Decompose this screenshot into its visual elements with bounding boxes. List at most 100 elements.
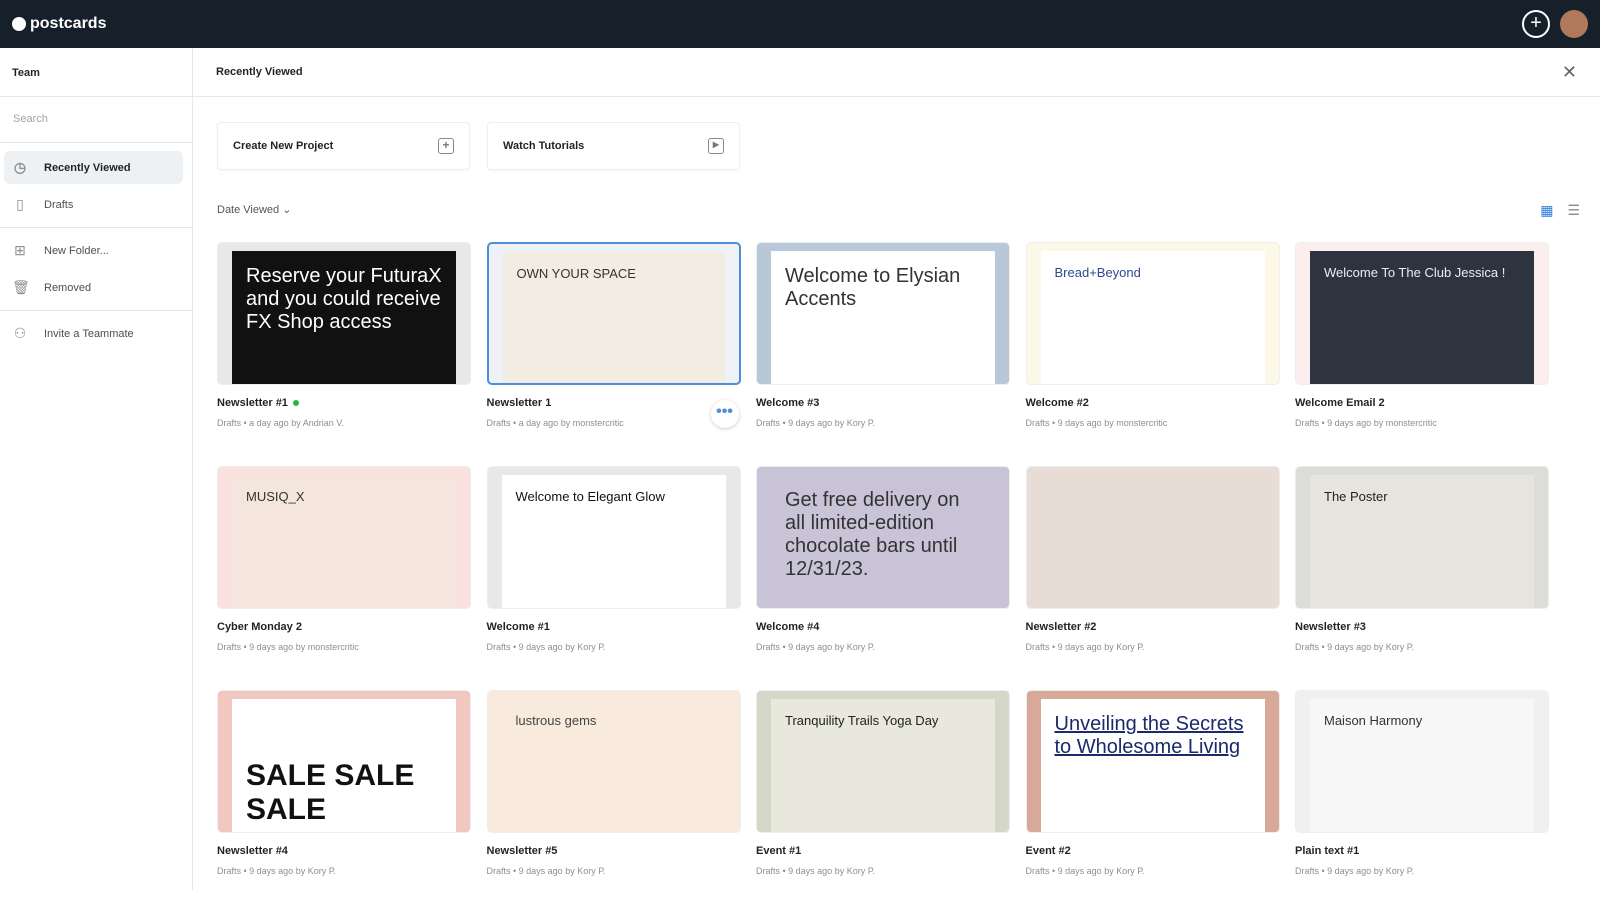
label: Watch Tutorials bbox=[503, 140, 584, 152]
project-card[interactable]: Maison Harmony Plain text #1 Drafts • 9 … bbox=[1295, 690, 1549, 914]
avatar[interactable] bbox=[1560, 10, 1588, 38]
thumbnail-text: Reserve your FuturaX and you could recei… bbox=[232, 251, 456, 384]
main: Recently Viewed✕ Create New Project+ Wat… bbox=[193, 48, 1600, 890]
project-card[interactable]: MUSIQ_X Cyber Monday 2 Drafts • 9 days a… bbox=[217, 466, 471, 690]
card-title[interactable]: Newsletter #5 bbox=[487, 845, 558, 857]
thumbnail[interactable]: Reserve your FuturaX and you could recei… bbox=[217, 242, 471, 385]
thumbnail[interactable] bbox=[1026, 466, 1280, 609]
thumbnail-text: Bread+Beyond bbox=[1041, 251, 1265, 384]
sidebar-item-recently-viewed[interactable]: ◷ Recently Viewed bbox=[4, 151, 183, 184]
online-dot bbox=[293, 400, 299, 406]
thumbnail-text: Get free delivery on all limited-edition… bbox=[771, 475, 995, 608]
list-view-icon[interactable]: ☰ bbox=[1567, 202, 1580, 219]
thumbnail[interactable]: Unveiling the Secrets to Wholesome Livin… bbox=[1026, 690, 1280, 833]
watch-tutorials-button[interactable]: Watch Tutorials▶ bbox=[487, 122, 740, 170]
project-card[interactable]: Unveiling the Secrets to Wholesome Livin… bbox=[1026, 690, 1280, 914]
thumbnail[interactable]: SALE SALE SALE bbox=[217, 690, 471, 833]
project-card[interactable]: Bread+Beyond Welcome #2 Drafts • 9 days … bbox=[1026, 242, 1280, 466]
thumbnail[interactable]: Welcome to Elegant Glow bbox=[487, 466, 741, 609]
thumbnail[interactable]: Get free delivery on all limited-edition… bbox=[756, 466, 1010, 609]
thumbnail[interactable]: Welcome to Elysian Accents bbox=[756, 242, 1010, 385]
top-bar: postcards + bbox=[0, 0, 1600, 48]
card-meta: Drafts • 9 days ago by Kory P. bbox=[1026, 642, 1280, 652]
card-title[interactable]: Cyber Monday 2 bbox=[217, 621, 302, 633]
thumbnail[interactable]: Welcome To The Club Jessica ! bbox=[1295, 242, 1549, 385]
logo[interactable]: postcards bbox=[12, 15, 106, 33]
search-input[interactable]: Search bbox=[0, 97, 192, 143]
card-meta: Drafts • 9 days ago by Kory P. bbox=[1295, 642, 1549, 652]
card-meta: Drafts • 9 days ago by monstercritic bbox=[1026, 418, 1280, 428]
user-plus-icon: ⚇ bbox=[12, 325, 28, 342]
project-card[interactable]: Welcome to Elegant Glow Welcome #1 Draft… bbox=[487, 466, 741, 690]
card-title[interactable]: Newsletter #3 bbox=[1295, 621, 1366, 633]
card-title[interactable]: Welcome #3 bbox=[756, 397, 819, 409]
clock-icon: ◷ bbox=[12, 159, 28, 176]
card-title[interactable]: Event #2 bbox=[1026, 845, 1071, 857]
sidebar-item-new-folder[interactable]: ⊞ New Folder... bbox=[4, 234, 183, 267]
card-meta: Drafts • 9 days ago by Kory P. bbox=[487, 642, 741, 652]
thumbnail[interactable]: The Poster bbox=[1295, 466, 1549, 609]
card-title[interactable]: Welcome #2 bbox=[1026, 397, 1089, 409]
thumbnail[interactable]: Maison Harmony bbox=[1295, 690, 1549, 833]
project-card[interactable]: Get free delivery on all limited-edition… bbox=[756, 466, 1010, 690]
card-meta: Drafts • 9 days ago by monstercritic bbox=[1295, 418, 1549, 428]
label: Removed bbox=[44, 282, 91, 294]
plus-square-icon: + bbox=[438, 138, 454, 154]
card-title[interactable]: Plain text #1 bbox=[1295, 845, 1359, 857]
close-icon[interactable]: ✕ bbox=[1562, 62, 1577, 78]
sort-dropdown[interactable]: Date Viewed ⌄ bbox=[217, 203, 291, 216]
thumbnail[interactable]: MUSIQ_X bbox=[217, 466, 471, 609]
card-title[interactable]: Welcome #4 bbox=[756, 621, 819, 633]
card-title[interactable]: Welcome #1 bbox=[487, 621, 550, 633]
sidebar-item-drafts[interactable]: ▯Drafts bbox=[4, 188, 183, 221]
card-title[interactable]: Newsletter #1 bbox=[217, 397, 288, 409]
project-card[interactable]: Newsletter #2 Drafts • 9 days ago by Kor… bbox=[1026, 466, 1280, 690]
card-title[interactable]: Newsletter 1 bbox=[487, 397, 552, 409]
create-project-button[interactable]: Create New Project + bbox=[217, 122, 470, 170]
card-meta: Drafts • 9 days ago by Kory P. bbox=[756, 642, 1010, 652]
project-card[interactable]: OWN YOUR SPACE Newsletter 1 Drafts • a d… bbox=[487, 242, 741, 466]
more-options-button[interactable]: ••• bbox=[711, 400, 739, 428]
card-meta: Drafts • a day ago by monstercritic bbox=[487, 418, 741, 428]
thumbnail[interactable]: OWN YOUR SPACE bbox=[487, 242, 741, 385]
card-meta: Drafts • 9 days ago by Kory P. bbox=[217, 866, 471, 876]
label: Invite a Teammate bbox=[44, 328, 134, 340]
file-icon: ▯ bbox=[12, 196, 28, 213]
label: Create New Project bbox=[233, 140, 333, 152]
card-title[interactable]: Welcome Email 2 bbox=[1295, 397, 1385, 409]
project-card[interactable]: SALE SALE SALE Newsletter #4 Drafts • 9 … bbox=[217, 690, 471, 914]
grid-view-icon[interactable]: ▦ bbox=[1540, 202, 1553, 219]
thumbnail-text: Welcome to Elysian Accents bbox=[771, 251, 995, 384]
label: Recently Viewed bbox=[44, 162, 131, 174]
card-meta: Drafts • 9 days ago by Kory P. bbox=[1295, 866, 1549, 876]
card-title[interactable]: Event #1 bbox=[756, 845, 801, 857]
project-card[interactable]: Tranquility Trails Yoga Day Event #1 Dra… bbox=[756, 690, 1010, 914]
sidebar-item-removed[interactable]: 🗑︎ Removed bbox=[4, 271, 183, 304]
thumbnail[interactable]: Tranquility Trails Yoga Day bbox=[756, 690, 1010, 833]
thumbnail-text: Tranquility Trails Yoga Day bbox=[771, 699, 995, 832]
app-name: postcards bbox=[30, 15, 106, 33]
logo-icon bbox=[12, 17, 26, 31]
thumbnail-text: Unveiling the Secrets to Wholesome Livin… bbox=[1041, 699, 1265, 832]
project-card[interactable]: lustrous gems Newsletter #5 Drafts • 9 d… bbox=[487, 690, 741, 914]
card-meta: Drafts • 9 days ago by Kory P. bbox=[1026, 866, 1280, 876]
project-card[interactable]: Welcome To The Club Jessica ! Welcome Em… bbox=[1295, 242, 1549, 466]
folder-plus-icon: ⊞ bbox=[12, 242, 28, 259]
project-grid: Reserve your FuturaX and you could recei… bbox=[217, 242, 1549, 914]
thumbnail-text bbox=[1041, 475, 1265, 608]
add-button[interactable]: + bbox=[1522, 10, 1550, 38]
card-meta: Drafts • 9 days ago by Kory P. bbox=[487, 866, 741, 876]
thumbnail[interactable]: lustrous gems bbox=[487, 690, 741, 833]
label: New Folder... bbox=[44, 245, 109, 257]
project-card[interactable]: Reserve your FuturaX and you could recei… bbox=[217, 242, 471, 466]
card-title[interactable]: Newsletter #4 bbox=[217, 845, 288, 857]
card-title[interactable]: Newsletter #2 bbox=[1026, 621, 1097, 633]
project-card[interactable]: Welcome to Elysian Accents Welcome #3 Dr… bbox=[756, 242, 1010, 466]
trash-icon: 🗑︎ bbox=[12, 279, 28, 296]
project-card[interactable]: The Poster Newsletter #3 Drafts • 9 days… bbox=[1295, 466, 1549, 690]
card-meta: Drafts • a day ago by Andrian V. bbox=[217, 418, 471, 428]
sidebar-item-invite[interactable]: ⚇ Invite a Teammate bbox=[4, 317, 183, 350]
thumbnail-text: MUSIQ_X bbox=[232, 475, 456, 608]
thumbnail[interactable]: Bread+Beyond bbox=[1026, 242, 1280, 385]
thumbnail-text: The Poster bbox=[1310, 475, 1534, 608]
